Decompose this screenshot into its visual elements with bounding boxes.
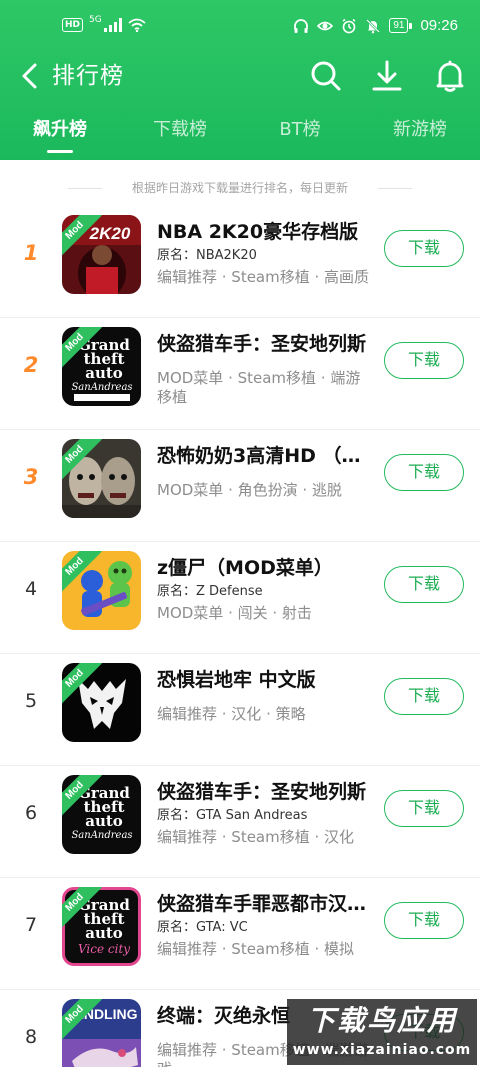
app-original-name: 原名：Z Defense: [157, 584, 263, 599]
list-item[interactable]: 7 Grand theft auto Vice city Mod 侠盗猎车手罪恶…: [0, 878, 480, 990]
app-name: z僵尸（MOD菜单）: [157, 557, 333, 579]
title-bar: 排行榜: [0, 56, 480, 96]
svg-text:Vice city: Vice city: [78, 942, 130, 956]
download-button[interactable]: 下载: [384, 454, 464, 491]
search-button[interactable]: [308, 58, 344, 94]
app-tags: 编辑推荐 · 汉化 · 策略: [157, 705, 306, 723]
app-name: NBA 2K20豪华存档版: [157, 221, 359, 243]
app-name: 恐惧岩地牢 中文版: [157, 669, 316, 691]
darkest-dungeon-icon: Mod: [62, 663, 141, 742]
app-tags: MOD菜单 · 闯关 · 射击: [157, 604, 312, 622]
rank-number: 6: [24, 802, 38, 824]
rank-number: 4: [24, 578, 38, 600]
svg-text:auto: auto: [85, 924, 123, 942]
status-bar: HD 5G 91 09:26: [0, 0, 480, 56]
gta-san-andreas-icon: Grand theft auto SanAndreas Mod: [62, 775, 141, 854]
tab-soaring[interactable]: 飙升榜: [0, 112, 120, 160]
svg-text:SanAndreas: SanAndreas: [71, 382, 132, 393]
watermark-url: www.xiazainiao.com: [292, 1042, 472, 1058]
app-tags: 编辑推荐 · Steam移植 · 模拟: [157, 940, 355, 958]
svg-text:auto: auto: [85, 364, 123, 382]
endling-icon: ENDLING Mod: [62, 999, 141, 1067]
nba2k20-icon: 2K20 Mod: [62, 215, 141, 294]
app-original-name: 原名：GTA San Andreas: [157, 808, 308, 823]
download-button[interactable]: 下载: [384, 230, 464, 267]
status-left: HD 5G: [62, 15, 146, 32]
tab-new-games[interactable]: 新游榜: [360, 112, 480, 160]
tab-bar: 飙升榜 下载榜 BT榜 新游榜: [0, 112, 480, 160]
hd-badge: HD: [62, 18, 84, 32]
app-name: 侠盗猎车手：圣安地列斯: [157, 333, 367, 355]
download-button[interactable]: 下载: [384, 790, 464, 827]
mute-icon: [366, 18, 381, 33]
download-button[interactable]: 下载: [384, 902, 464, 939]
alarm-icon: [342, 18, 356, 33]
list-item[interactable]: 2 Grand theft auto SanAndreas Mod 侠盗猎车手：…: [0, 318, 480, 430]
tab-bt[interactable]: BT榜: [240, 112, 360, 160]
app-tags: 编辑推荐 · Steam移植 · 高画质: [157, 268, 370, 286]
wifi-icon: [128, 18, 146, 32]
gta-vice-city-icon: Grand theft auto Vice city Mod: [62, 887, 141, 966]
ranking-list-panel: 根据昨日游戏下载量进行排名，每日更新 1 2K20 Mod NBA 2K20豪华…: [0, 160, 480, 1067]
headphones-icon: [294, 18, 309, 33]
download-button[interactable]: 下载: [384, 678, 464, 715]
signal-icon: [103, 18, 122, 32]
ranking-notice: 根据昨日游戏下载量进行排名，每日更新: [0, 178, 480, 198]
svg-text:2K20: 2K20: [89, 224, 131, 243]
search-icon: [311, 61, 341, 91]
battery-icon: 91: [389, 18, 413, 33]
status-right: 91 09:26: [293, 17, 458, 34]
clock: 09:26: [420, 17, 458, 34]
app-list: 1 2K20 Mod NBA 2K20豪华存档版 原名：NBA2K20 编辑推荐…: [0, 206, 480, 1067]
rank-number: 2: [23, 353, 39, 377]
app-original-name: 原名：NBA2K20: [157, 248, 257, 263]
rank-number: 8: [24, 1026, 38, 1048]
rank-number: 5: [24, 690, 38, 712]
list-item[interactable]: 6 Grand theft auto SanAndreas Mod 侠盗猎车手：…: [0, 766, 480, 878]
notifications-button[interactable]: [432, 58, 468, 94]
back-button[interactable]: [14, 60, 46, 92]
svg-text:SanAndreas: SanAndreas: [71, 830, 132, 841]
list-item[interactable]: 3 Mod 恐怖奶奶3高清HD （MOD菜单） MOD菜单 · 角色扮演 · 逃…: [0, 430, 480, 542]
gta-san-andreas-icon: Grand theft auto SanAndreas Mod: [62, 327, 141, 406]
eye-icon: [317, 21, 334, 30]
notice-text: 根据昨日游戏下载量进行排名，每日更新: [131, 181, 348, 195]
app-original-name: 原名：GTA: VC: [157, 920, 248, 935]
divider: [68, 188, 102, 189]
list-item[interactable]: 5 Mod 恐惧岩地牢 中文版 编辑推荐 · 汉化 · 策略 下载: [0, 654, 480, 766]
header: HD 5G 91 09:26 排行榜 飙升榜 下载榜 BT榜 新游榜: [0, 0, 480, 160]
divider: [378, 188, 412, 189]
app-name: 侠盗猎车手：圣安地列斯: [157, 781, 367, 803]
svg-text:auto: auto: [85, 812, 123, 830]
tab-downloads[interactable]: 下载榜: [120, 112, 240, 160]
rank-number: 3: [23, 465, 39, 489]
download-button[interactable]: 下载: [384, 566, 464, 603]
download-icon: [372, 60, 402, 91]
z-defense-icon: Mod: [62, 551, 141, 630]
list-item[interactable]: 1 2K20 Mod NBA 2K20豪华存档版 原名：NBA2K20 编辑推荐…: [0, 206, 480, 318]
back-icon: [22, 63, 37, 89]
app-tags: 编辑推荐 · Steam移植 · 汉化: [157, 828, 355, 846]
watermark: 下载鸟应用 www.xiazainiao.com: [287, 999, 477, 1065]
app-tags: MOD菜单 · 角色扮演 · 逃脱: [157, 481, 342, 499]
app-name: 侠盗猎车手罪恶都市汉化版: [157, 893, 367, 915]
list-item[interactable]: 4 Mod z僵尸（MOD菜单） 原名：Z Defense MOD菜单 · 闯关…: [0, 542, 480, 654]
download-manager-button[interactable]: [369, 58, 405, 94]
bell-icon: [436, 60, 464, 92]
download-button[interactable]: 下载: [384, 342, 464, 379]
rank-number: 7: [24, 914, 38, 936]
page-title: 排行榜: [52, 63, 124, 89]
granny-icon: Mod: [62, 439, 141, 518]
app-tags: MOD菜单 · Steam移植 · 端游移植: [157, 369, 361, 406]
rank-number: 1: [23, 241, 39, 265]
network-label: 5G: [89, 15, 102, 25]
app-name: 恐怖奶奶3高清HD （MOD菜单）: [157, 445, 367, 467]
watermark-title: 下载鸟应用: [306, 1004, 457, 1037]
